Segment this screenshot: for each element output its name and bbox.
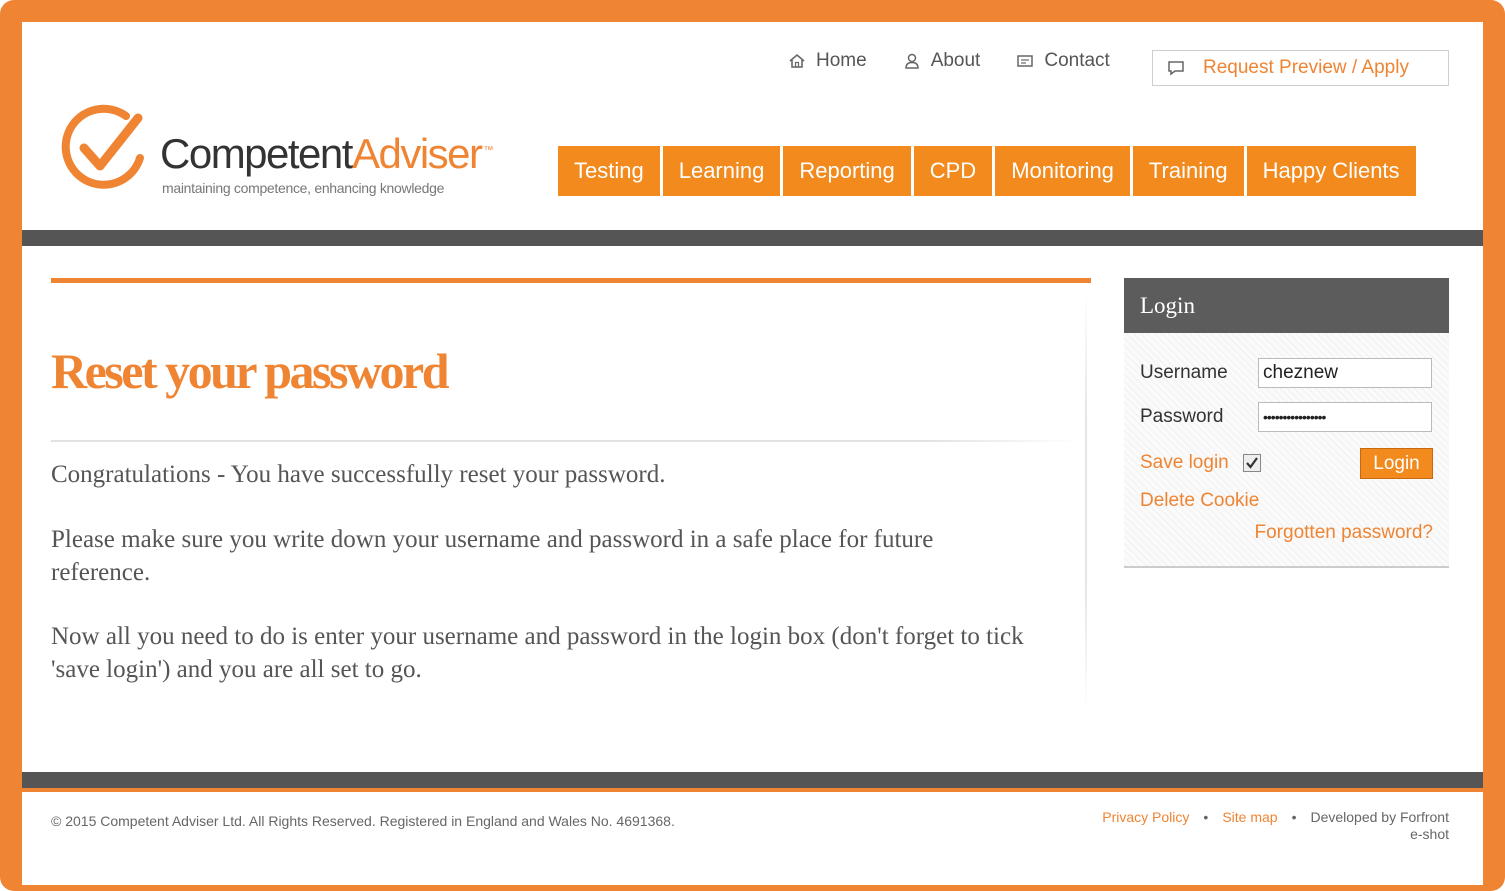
- top-nav-about-label: About: [930, 50, 981, 71]
- password-row: Password ••••••••••••••••: [1140, 402, 1432, 432]
- logo-check-icon: [61, 104, 144, 189]
- success-message: Congratulations - You have successfully …: [51, 461, 666, 488]
- logo-trademark: ™: [483, 145, 494, 156]
- username-row: Username cheznew: [1140, 358, 1432, 388]
- page-title: Reset your password: [51, 343, 450, 399]
- person-icon: [901, 50, 923, 72]
- copyright-text: © 2015 Competent Adviser Ltd. All Rights…: [51, 813, 675, 829]
- nav-item-cpd[interactable]: CPD: [913, 146, 993, 196]
- developer-credit-line1: Developed by Forfront: [1310, 809, 1449, 825]
- top-nav-about[interactable]: About: [901, 50, 981, 72]
- footer-orange-rule: [22, 788, 1483, 792]
- top-nav: Home About Contact: [786, 50, 1144, 72]
- login-panel-title: Login: [1124, 278, 1449, 333]
- page: Home About Contact Request Preview / App…: [22, 22, 1483, 885]
- login-button[interactable]: Login: [1360, 448, 1433, 479]
- save-login-row: Save login: [1140, 452, 1261, 474]
- logo-name-adviser: Adviser: [351, 130, 483, 177]
- title-underline: [51, 440, 1081, 442]
- developer-credit-line2: e-shot: [1410, 826, 1449, 842]
- password-input[interactable]: ••••••••••••••••: [1258, 402, 1432, 432]
- logo-name-competent: Competent: [160, 130, 353, 177]
- footer-separator: •: [1203, 809, 1209, 825]
- password-label: Password: [1140, 406, 1224, 427]
- delete-cookie-link[interactable]: Delete Cookie: [1140, 490, 1259, 512]
- save-login-label: Save login: [1140, 452, 1229, 473]
- nav-item-monitoring[interactable]: Monitoring: [995, 146, 1130, 196]
- reminder-message: Please make sure you write down your use…: [51, 526, 934, 586]
- nav-item-testing[interactable]: Testing: [558, 146, 660, 196]
- forgotten-password-link[interactable]: Forgotten password?: [1255, 522, 1434, 544]
- login-panel: Login Username cheznew Password ••••••••…: [1124, 278, 1449, 568]
- nav-item-happy-clients[interactable]: Happy Clients: [1246, 146, 1416, 196]
- nav-item-reporting[interactable]: Reporting: [783, 146, 911, 196]
- footer-divider-bar: [22, 772, 1483, 788]
- content-vertical-divider: [1085, 292, 1087, 712]
- instruction-message: Now all you need to do is enter your use…: [51, 623, 1024, 683]
- username-input[interactable]: cheznew: [1258, 358, 1432, 388]
- site-map-link[interactable]: Site map: [1222, 809, 1277, 825]
- privacy-policy-link[interactable]: Privacy Policy: [1102, 809, 1189, 825]
- top-nav-home-label: Home: [816, 50, 867, 71]
- top-nav-contact-label: Contact: [1044, 50, 1110, 71]
- nav-item-training[interactable]: Training: [1132, 146, 1244, 196]
- top-nav-home[interactable]: Home: [786, 50, 867, 72]
- main-nav: Testing Learning Reporting CPD Monitorin…: [558, 146, 1416, 196]
- username-label: Username: [1140, 362, 1228, 383]
- request-preview-label: Request Preview / Apply: [1203, 57, 1409, 78]
- request-preview-button[interactable]: Request Preview / Apply: [1152, 50, 1449, 86]
- logo-tagline: maintaining competence, enhancing knowle…: [162, 180, 445, 196]
- header-divider-bar: [22, 230, 1483, 246]
- content-top-rule: [51, 278, 1091, 283]
- footer-links: Privacy Policy • Site map • Developed by…: [1102, 809, 1449, 843]
- chat-bubble-icon: [1167, 57, 1189, 79]
- logo[interactable]: CompetentAdviser ™ maintaining competence…: [56, 102, 496, 202]
- checkmark-icon: [1245, 457, 1258, 469]
- developer-credit[interactable]: Developed by Forfront e-shot: [1310, 809, 1449, 843]
- nav-item-learning[interactable]: Learning: [662, 146, 781, 196]
- save-login-checkbox[interactable]: [1242, 454, 1261, 472]
- home-icon: [786, 50, 808, 72]
- top-nav-contact[interactable]: Contact: [1014, 50, 1110, 72]
- footer-separator: •: [1291, 809, 1297, 825]
- logo-wordmark: CompetentAdviser ™: [160, 130, 494, 178]
- contact-card-icon: [1014, 50, 1036, 72]
